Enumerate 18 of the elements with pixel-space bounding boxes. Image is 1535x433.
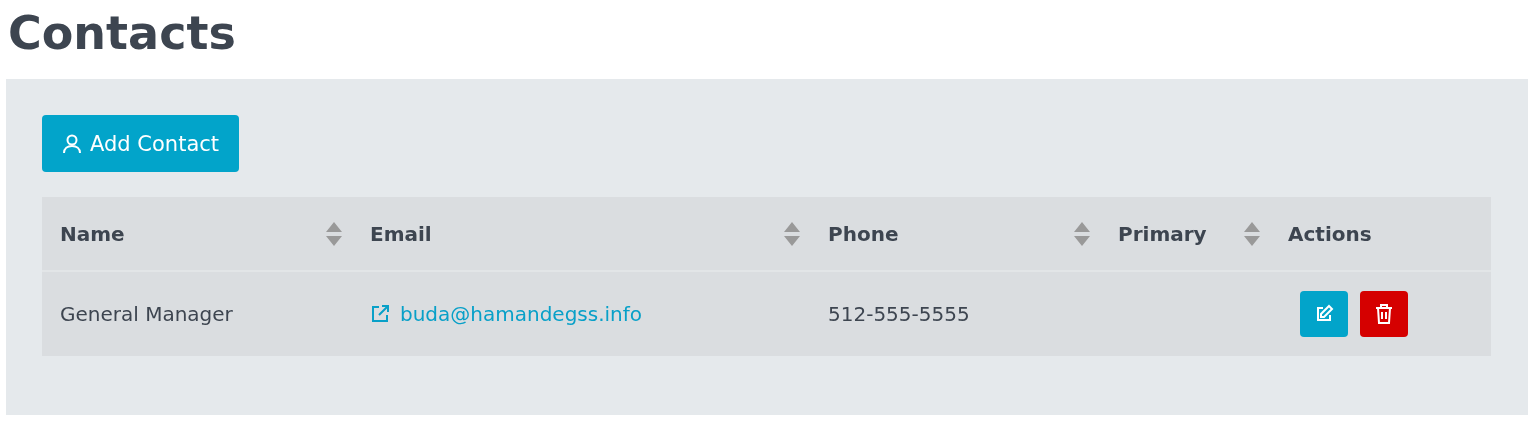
- sort-icon[interactable]: [1244, 221, 1260, 246]
- person-icon: [62, 132, 82, 155]
- sort-icon[interactable]: [1074, 221, 1090, 246]
- trash-icon: [1375, 304, 1393, 324]
- column-header[interactable]: Phone: [810, 197, 1100, 270]
- column-header[interactable]: Name: [42, 197, 352, 270]
- external-link-icon: [370, 304, 390, 324]
- column-header[interactable]: Primary: [1100, 197, 1270, 270]
- edit-button[interactable]: [1300, 291, 1348, 337]
- edit-icon: [1314, 304, 1334, 324]
- column-header: Actions: [1287, 220, 1373, 248]
- sort-icon[interactable]: [326, 221, 342, 246]
- column-header[interactable]: Email: [352, 197, 810, 270]
- table-cell-text: General Manager: [59, 301, 234, 328]
- delete-button[interactable]: [1360, 291, 1408, 337]
- table-cell-text: 512-555-5555: [827, 301, 971, 328]
- sort-icon[interactable]: [784, 221, 800, 246]
- page-title: Contacts: [7, 5, 237, 62]
